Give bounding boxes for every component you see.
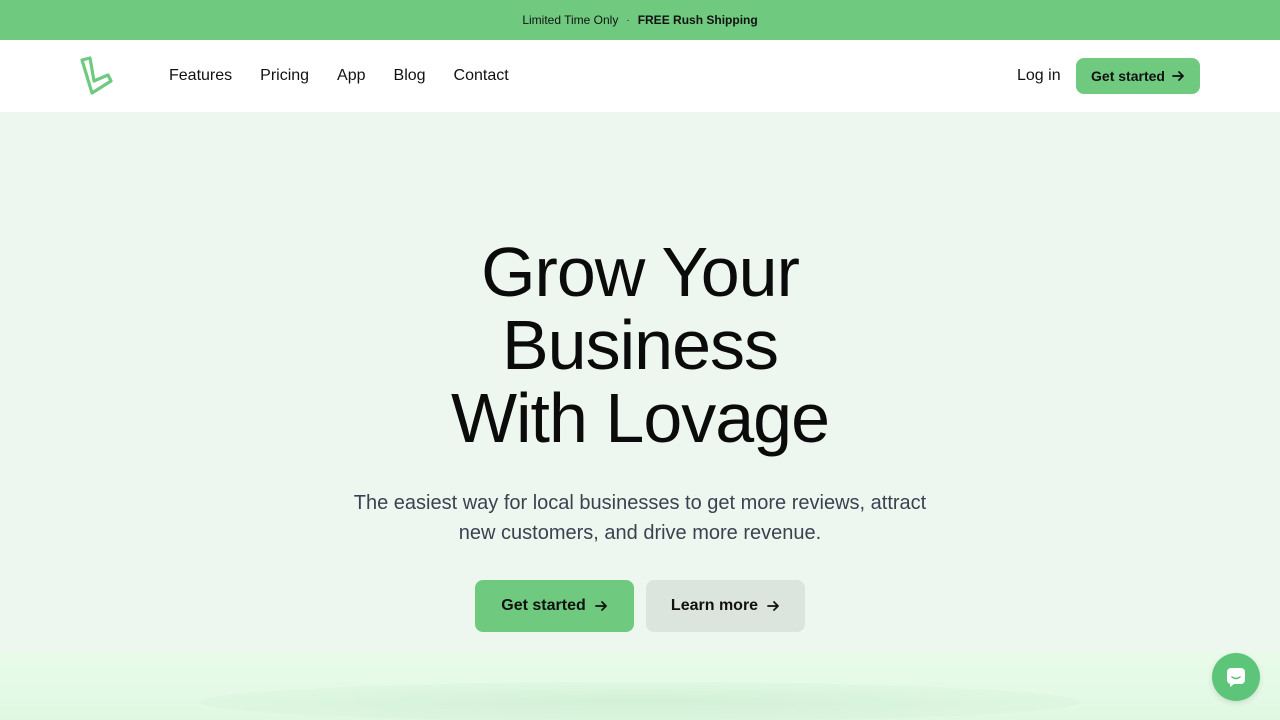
nav-item-contact[interactable]: Contact [454, 67, 509, 85]
headline-line-3: With Lovage [450, 379, 830, 457]
lovage-logo-icon[interactable] [78, 55, 116, 99]
arrow-right-icon [594, 601, 607, 611]
headline-line-2: Business [501, 306, 779, 384]
hero-learn-more-button[interactable]: Learn more [646, 580, 805, 632]
main-menu: Features Pricing App Blog Contact [169, 40, 509, 112]
arrow-right-icon [1172, 71, 1184, 81]
hero-headline: Grow Your Business With Lovage [0, 236, 1280, 455]
next-section-preview [0, 652, 1280, 720]
chat-bubble-icon [1227, 668, 1245, 687]
decorative-glow [200, 682, 1080, 720]
promo-banner: Limited Time Only · FREE Rush Shipping [0, 0, 1280, 40]
nav-item-features[interactable]: Features [169, 67, 232, 85]
hero-subheadline: The easiest way for local businesses to … [330, 488, 950, 548]
hero-learn-more-label: Learn more [670, 597, 759, 614]
hero-section: Grow Your Business With Lovage The easie… [0, 112, 1280, 652]
nav-item-app[interactable]: App [337, 67, 365, 85]
arrow-right-icon [767, 601, 779, 611]
headline-line-1: Grow Your [481, 233, 800, 311]
nav-get-started-label: Get started [1091, 68, 1165, 84]
nav-item-pricing[interactable]: Pricing [260, 67, 309, 85]
subheadline-line-2: new customers, and drive more revenue. [458, 522, 822, 544]
hero-get-started-button[interactable]: Get started [475, 580, 634, 632]
nav-item-blog[interactable]: Blog [394, 67, 426, 85]
hero-get-started-label: Get started [501, 597, 586, 614]
promo-separator: · [626, 14, 630, 26]
promo-text: Limited Time Only [522, 13, 619, 27]
nav-get-started-button[interactable]: Get started [1076, 58, 1200, 94]
login-link[interactable]: Log in [1017, 40, 1061, 112]
chat-icon[interactable] [1212, 653, 1260, 701]
top-navigation: Features Pricing App Blog Contact Log in… [0, 40, 1280, 112]
promo-offer: FREE Rush Shipping [637, 13, 758, 27]
subheadline-line-1: The easiest way for local businesses to … [353, 492, 927, 514]
